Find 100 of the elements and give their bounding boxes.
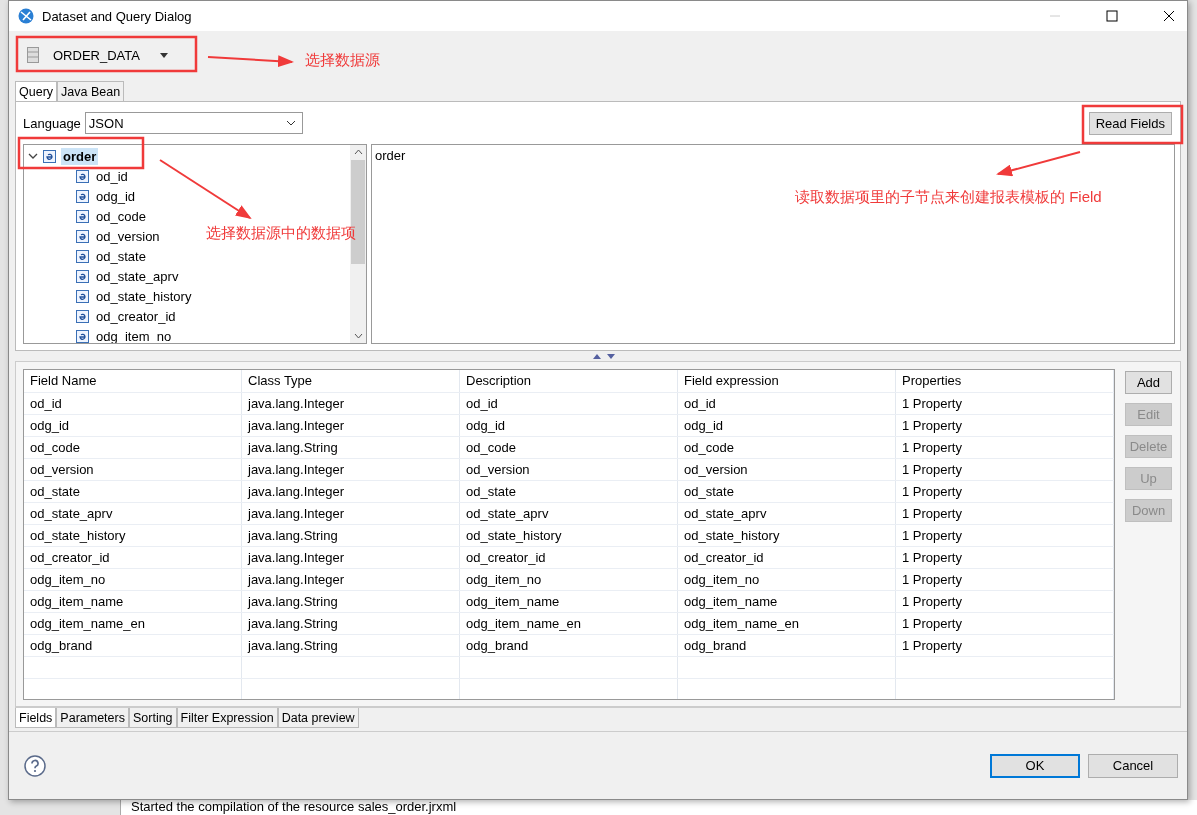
tab[interactable]: Data preview [277,708,359,728]
table-cell: od_state [460,481,678,502]
console-text: Started the compilation of the resource sales_order.jrxml [130,800,457,814]
query-text: order [375,148,406,163]
table-cell: odg_brand [460,635,678,656]
table-cell: od_version [460,459,678,480]
table-cell: 1 Property [896,481,1114,502]
table-cell: odg_id [24,415,242,436]
table-cell: od_code [460,437,678,458]
annotation-text: 读取数据项里的子节点来创建报表模板的 Field [795,188,1102,207]
table-cell: java.lang.String [242,635,460,656]
element-icon [76,189,89,203]
tab[interactable]: Filter Expression [176,708,278,728]
close-icon[interactable] [1163,10,1175,22]
table-cell: java.lang.String [242,437,460,458]
table-cell: java.lang.String [242,591,460,612]
app-icon [18,8,34,24]
tab[interactable]: Query [15,81,58,101]
table-cell: java.lang.Integer [242,415,460,436]
table-cell: odg_id [678,415,896,436]
maximize-icon[interactable] [1106,10,1118,22]
column-header[interactable]: Description [460,370,678,392]
table-cell: od_creator_id [24,547,242,568]
table-cell: 1 Property [896,547,1114,568]
table-cell: java.lang.Integer [242,459,460,480]
table-cell: od_state_history [460,525,678,546]
tree-item[interactable]: od_id [94,167,130,185]
tree-item[interactable]: od_state [94,247,148,265]
table-cell: od_code [24,437,242,458]
language-dropdown[interactable]: JSON [84,112,303,134]
table-cell: 1 Property [896,459,1114,480]
tree-item[interactable]: order [61,147,99,165]
element-icon [76,249,89,263]
tab[interactable]: Fields [15,708,57,728]
tree-item[interactable]: odg_id [94,187,138,205]
table-cell: odg_item_name_en [460,613,678,634]
column-header[interactable]: Properties [896,370,1114,392]
table-cell: java.lang.Integer [242,547,460,568]
language-label: Language [23,115,81,131]
tree-item[interactable]: od_code [94,207,148,225]
element-icon [76,309,89,323]
table-cell: 1 Property [896,635,1114,656]
element-icon [76,289,89,303]
tab[interactable]: Sorting [128,708,177,728]
tree-item[interactable]: od_version [94,227,162,245]
table-cell: 1 Property [896,591,1114,612]
tree-item[interactable]: odg_item_no [94,327,174,343]
table-cell: odg_item_name [460,591,678,612]
table-cell: od_id [460,393,678,414]
table-cell: od_state [24,481,242,502]
table-cell: odg_item_name_en [24,613,242,634]
ok-button[interactable]: OK [990,753,1080,778]
table-cell: 1 Property [896,569,1114,590]
table-cell: java.lang.Integer [242,503,460,524]
chevron-icon [285,120,296,126]
table-cell: od_state [678,481,896,502]
tree-item[interactable]: od_creator_id [94,307,178,325]
table-cell: od_version [24,459,242,480]
table-cell: odg_item_no [24,569,242,590]
cancel-button[interactable]: Cancel [1088,753,1178,778]
element-icon [76,329,89,343]
read-fields-button[interactable]: Read Fields [1088,111,1172,135]
annotation-text: 选择数据源中的数据项 [206,224,356,243]
table-cell: 1 Property [896,437,1114,458]
table-cell: java.lang.Integer [242,481,460,502]
tree-item[interactable]: od_state_history [94,287,194,305]
table-cell: java.lang.Integer [242,393,460,414]
help-icon[interactable] [24,754,46,777]
table-cell: od_code [678,437,896,458]
table-cell: od_creator_id [460,547,678,568]
table-cell: java.lang.String [242,613,460,634]
table-cell: od_creator_id [678,547,896,568]
table-cell: od_version [678,459,896,480]
tree-item[interactable]: od_state_aprv [94,267,181,285]
expanded-chevron-icon[interactable] [28,151,38,161]
table-cell: od_state_aprv [24,503,242,524]
element-icon [76,209,89,223]
tab[interactable]: Java Bean [57,81,125,101]
table-cell: od_state_aprv [678,503,896,524]
scroll-up-icon[interactable] [353,149,363,155]
table-cell: odg_brand [24,635,242,656]
element-icon [76,269,89,283]
table-cell: java.lang.Integer [242,569,460,590]
column-header[interactable]: Class Type [242,370,460,392]
table-cell: odg_item_no [678,569,896,590]
side-button[interactable]: Add [1125,371,1172,394]
table-cell: 1 Property [896,613,1114,634]
table-cell: 1 Property [896,415,1114,436]
data-adapter-dropdown[interactable]: ORDER_DATA [23,43,172,67]
element-icon [76,229,89,243]
database-icon [27,47,39,63]
table-cell: od_state_history [678,525,896,546]
table-cell: odg_item_no [460,569,678,590]
tab[interactable]: Parameters [56,708,129,728]
sash-arrows-icon[interactable] [593,353,615,359]
column-header[interactable]: Field Name [24,370,242,392]
table-cell: odg_item_name [678,591,896,612]
scroll-down-icon[interactable] [353,333,363,339]
table-cell: 1 Property [896,503,1114,524]
column-header[interactable]: Field expression [678,370,896,392]
